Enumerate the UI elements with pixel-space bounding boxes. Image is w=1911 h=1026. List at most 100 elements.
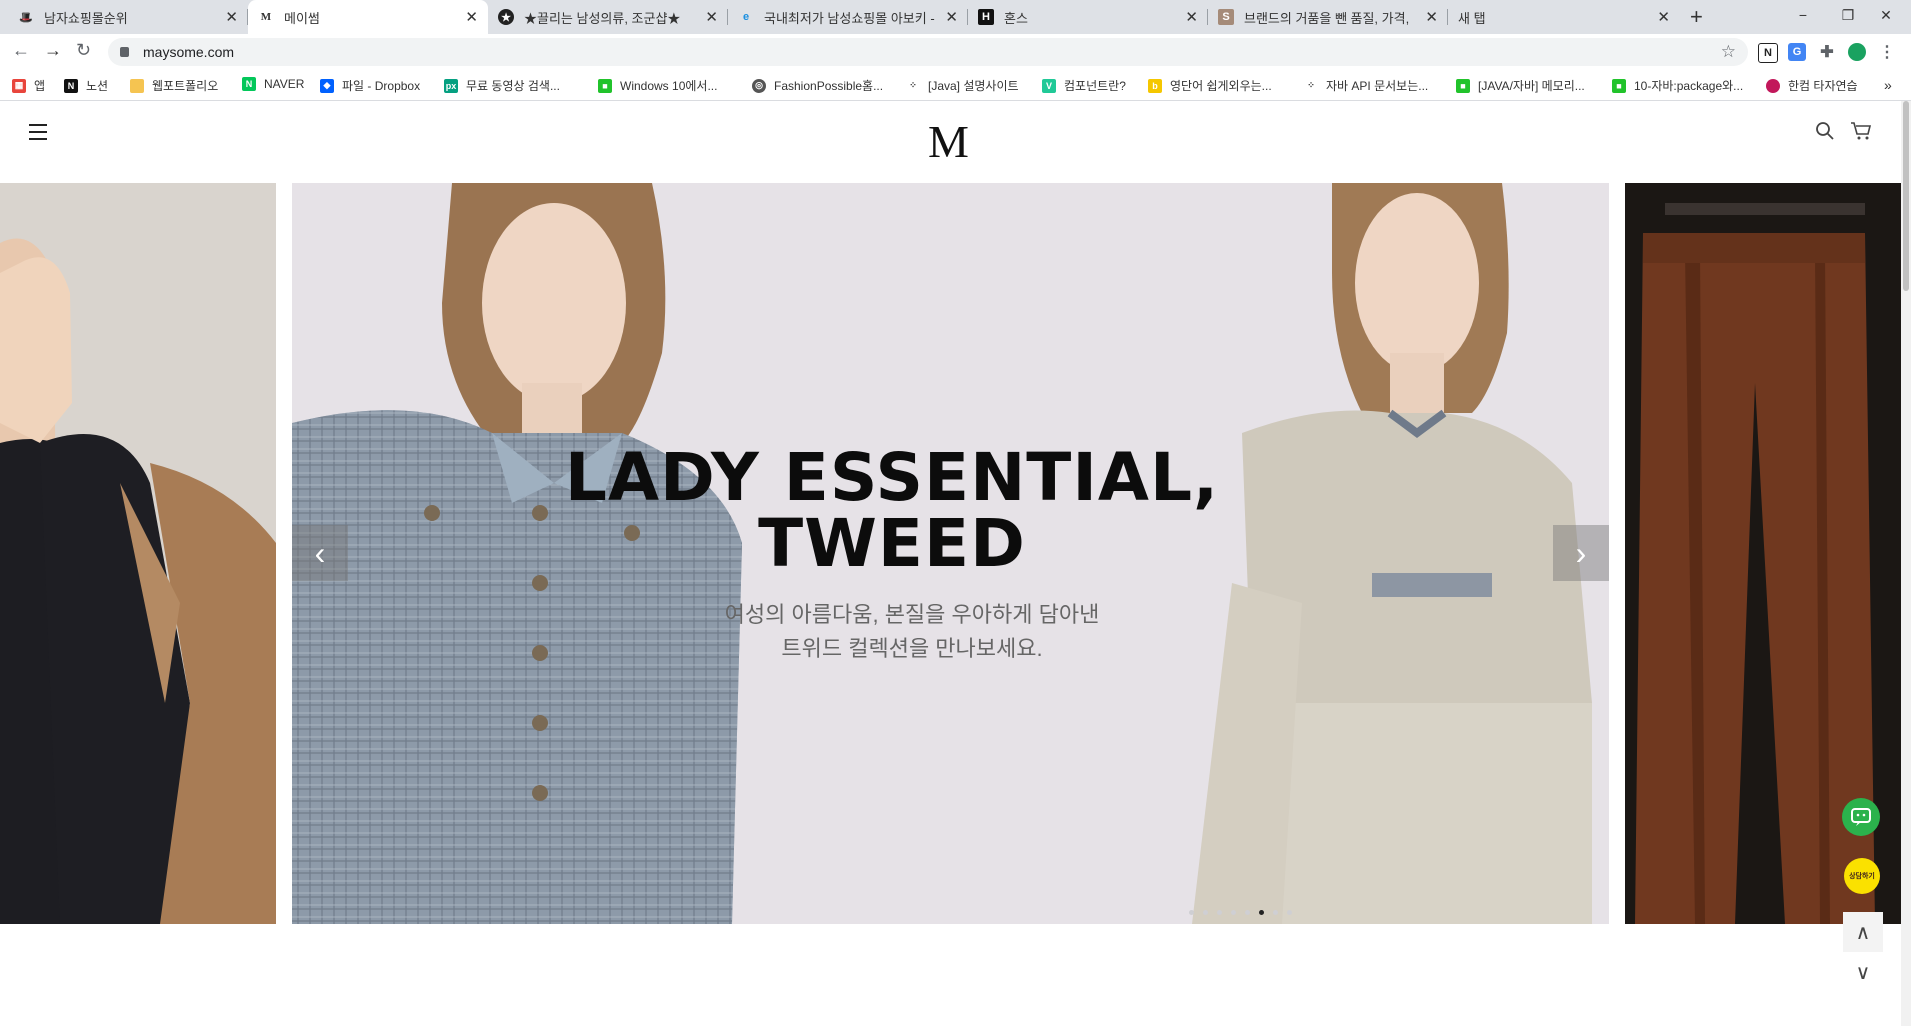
line-icon: ■ [1456,78,1470,93]
coat-model-image [0,183,276,924]
tab-title: 남자쇼핑몰순위 [44,10,128,26]
reload-icon[interactable]: ↻ [76,40,91,61]
line-icon: ■ [1612,78,1626,93]
bookmark-item[interactable]: ■ Windows 10에서... [598,77,717,94]
bookmark-item[interactable]: V 컴포넌트란? [1042,77,1126,94]
bookmark-item[interactable]: 웹포트폴리오 [130,77,218,94]
dropbox-icon: ◆ [320,78,334,93]
bookmark-item[interactable]: 한컴 타자연습 [1766,77,1858,94]
profile-avatar[interactable] [1848,43,1866,61]
scroll-bottom-button[interactable]: ∨ [1843,952,1883,992]
bookmark-item[interactable]: ◎ FashionPossible홈... [752,77,883,94]
hero-subtitle-line1: 여성의 아름다움, 본질을 우아하게 담아낸 [724,602,1100,627]
bookmark-label: [JAVA/자바] 메모리... [1478,79,1585,93]
scrollbar-thumb[interactable] [1903,101,1909,291]
pagination-dot[interactable] [1259,910,1264,915]
chat-button[interactable] [1842,798,1880,836]
close-tab-icon[interactable]: ✕ [465,8,478,26]
bookmark-item[interactable]: ■ [JAVA/자바] 메모리... [1456,77,1585,94]
kakao-consult-button[interactable]: 상담하기 [1844,858,1880,894]
menu-dots-icon[interactable]: ⋮ [1878,43,1896,61]
hamburger-menu-icon[interactable] [29,124,47,140]
bookmark-yellow-icon: b [1148,78,1162,93]
folder-icon [130,78,144,93]
bookmark-item[interactable]: ■ 10-자바:package와... [1612,77,1743,94]
pagination-dot[interactable] [1231,910,1236,915]
address-bar[interactable]: maysome.com ☆ [108,38,1748,66]
hero-headline-line2: TWEED [758,505,1026,582]
tab-title: 새 탭 [1458,10,1486,26]
tistory-icon: ⁘ [906,78,920,93]
close-tab-icon[interactable]: ✕ [1657,8,1670,26]
tab-title: 브랜드의 거품을 뺀 품질, 가격, [1244,10,1410,26]
h-icon: H [978,9,994,25]
tab-2[interactable]: ★ ★끌리는 남성의류, 조군샵★ ✕ [488,0,728,34]
close-window-button[interactable]: ✕ [1858,0,1911,30]
bookmark-label: 한컴 타자연습 [1788,79,1858,93]
prev-slide-preview[interactable] [0,183,276,924]
close-tab-icon[interactable]: ✕ [705,8,718,26]
site-logo[interactable]: M [928,115,969,168]
bookmark-star-icon[interactable]: ☆ [1721,42,1736,62]
cart-icon[interactable] [1850,121,1872,147]
scroll-top-button[interactable]: ∧ [1843,912,1883,952]
close-tab-icon[interactable]: ✕ [945,8,958,26]
bookmark-label: 웹포트폴리오 [152,79,219,93]
close-tab-icon[interactable]: ✕ [225,8,238,26]
bookmark-item[interactable]: px 무료 동영상 검색... [444,77,560,94]
bookmarks-overflow-button[interactable]: » [1884,77,1892,93]
hero-slider: LADY ESSENTIAL, TWEED 여성의 아름다움, 본질을 우아하게… [0,183,1911,924]
slider-next-button[interactable]: › [1553,525,1609,581]
kakao-consult-label: 상담하기 [1849,873,1875,880]
page-scrollbar[interactable] [1901,101,1911,1026]
back-arrow-icon[interactable]: ← [12,40,30,61]
bookmark-item[interactable]: ◆ 파일 - Dropbox [320,77,420,94]
bookmark-label: 앱 [34,79,46,93]
forward-arrow-icon[interactable]: → [44,40,62,61]
tistory-icon: ⁘ [1304,78,1318,93]
pagination-dot[interactable] [1189,910,1194,915]
bookmark-item[interactable]: ⁘ 자바 API 문서보는... [1304,77,1428,94]
translate-extension-icon[interactable]: G [1788,43,1806,61]
main-slide[interactable]: LADY ESSENTIAL, TWEED 여성의 아름다움, 본질을 우아하게… [292,183,1609,924]
extensions-puzzle-icon[interactable]: ✚ [1818,43,1836,61]
slider-prev-button[interactable]: ‹ [292,525,348,581]
bookmark-label: [Java] 설명사이트 [928,79,1019,93]
tab-title: 혼스 [1004,10,1028,26]
tab-0[interactable]: 🎩 남자쇼핑몰순위 ✕ [8,0,248,34]
tab-1[interactable]: M 메이썸 ✕ [248,0,488,34]
pagination-dot[interactable] [1273,910,1278,915]
pagination-dot[interactable] [1245,910,1250,915]
hero-headline-line1: LADY ESSENTIAL, [564,439,1220,516]
new-tab-button[interactable]: + [1690,4,1703,30]
chat-bubble-icon [1851,808,1871,826]
close-tab-icon[interactable]: ✕ [1185,8,1198,26]
line-icon: ■ [598,78,612,93]
bookmark-item[interactable]: ⁘ [Java] 설명사이트 [906,77,1019,94]
bookmark-label: 노션 [86,79,109,93]
tab-3[interactable]: e 국내최저가 남성쇼핑몰 아보키 - ✕ [728,0,968,34]
bookmarks-bar: ▦ 앱 N 노션 웹포트폴리오 N NAVER ◆ 파일 - Dropbox p… [0,70,1911,101]
close-tab-icon[interactable]: ✕ [1425,8,1438,26]
bookmark-item[interactable]: N NAVER [242,77,304,91]
bookmark-label: 파일 - Dropbox [342,79,421,93]
pagination-dot[interactable] [1203,910,1208,915]
apps-grid-icon: ▦ [12,78,26,93]
bookmark-label: 무료 동영상 검색... [466,79,560,93]
tab-5[interactable]: S 브랜드의 거품을 뺀 품질, 가격, ✕ [1208,0,1448,34]
pagination-dot[interactable] [1287,910,1292,915]
bookmark-item[interactable]: ▦ 앱 [12,77,45,94]
lock-icon [120,47,129,57]
notion-icon: N [64,78,78,93]
bookmark-item[interactable]: b 영단어 쉽게외우는... [1148,77,1272,94]
tab-title: 국내최저가 남성쇼핑몰 아보키 - [764,10,935,26]
tab-6[interactable]: 새 탭 ✕ [1448,0,1680,34]
bookmark-label: 10-자바:package와... [1634,79,1744,93]
hero-subtitle: 여성의 아름다움, 본질을 우아하게 담아낸 트위드 컬렉션을 만나보세요. [612,598,1212,666]
bookmark-item[interactable]: N 노션 [64,77,108,94]
pagination-dot[interactable] [1217,910,1222,915]
tab-4[interactable]: H 혼스 ✕ [968,0,1208,34]
search-icon[interactable] [1815,121,1835,147]
bookmark-label: 영단어 쉽게외우는... [1170,79,1272,93]
notion-extension-icon[interactable]: N [1758,43,1778,63]
